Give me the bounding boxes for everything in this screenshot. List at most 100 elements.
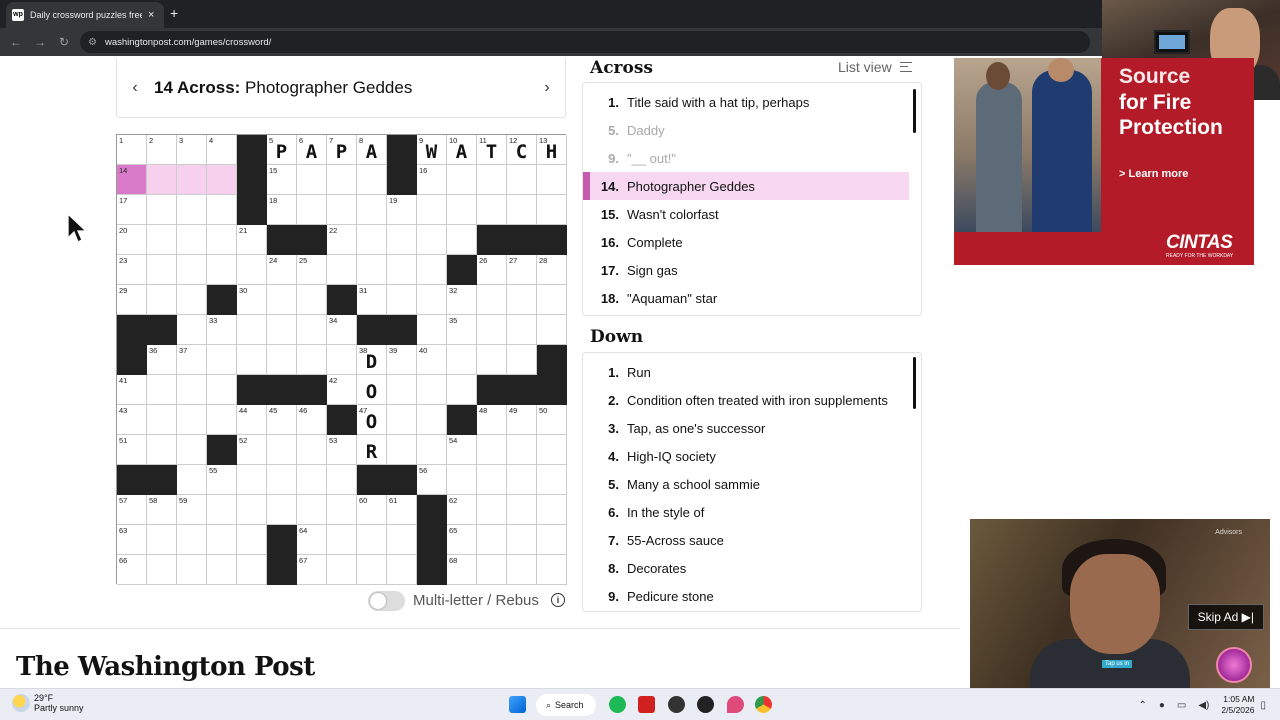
address-bar[interactable]: ⚙ washingtonpost.com/games/crossword/ bbox=[80, 31, 1090, 53]
grid-cell[interactable] bbox=[387, 225, 417, 255]
grid-cell[interactable]: 49 bbox=[507, 405, 537, 435]
ad-learn-more-link[interactable]: > Learn more bbox=[1119, 168, 1188, 180]
grid-cell[interactable]: 41 bbox=[117, 375, 147, 405]
grid-cell[interactable] bbox=[537, 465, 567, 495]
windows-start-icon[interactable] bbox=[509, 696, 526, 713]
grid-cell[interactable]: 27 bbox=[507, 255, 537, 285]
grid-cell[interactable] bbox=[537, 435, 567, 465]
grid-cell[interactable]: 34 bbox=[327, 315, 357, 345]
rebus-toggle[interactable] bbox=[368, 591, 405, 611]
grid-cell[interactable]: 60 bbox=[357, 495, 387, 525]
grid-cell[interactable] bbox=[147, 255, 177, 285]
across-clue-item[interactable]: 16. Complete bbox=[583, 228, 909, 256]
grid-cell[interactable]: 15 bbox=[267, 165, 297, 195]
grid-cell[interactable] bbox=[237, 315, 267, 345]
grid-cell[interactable] bbox=[507, 195, 537, 225]
grid-cell[interactable] bbox=[477, 495, 507, 525]
grid-cell[interactable]: 58 bbox=[147, 495, 177, 525]
grid-cell[interactable] bbox=[267, 285, 297, 315]
grid-cell[interactable] bbox=[477, 285, 507, 315]
grid-cell[interactable] bbox=[177, 315, 207, 345]
grid-cell[interactable]: O bbox=[357, 375, 387, 405]
grid-cell[interactable] bbox=[327, 345, 357, 375]
grid-cell[interactable] bbox=[387, 525, 417, 555]
grid-cell[interactable] bbox=[357, 555, 387, 585]
grid-cell[interactable] bbox=[177, 525, 207, 555]
grid-cell[interactable]: 53 bbox=[327, 435, 357, 465]
grid-cell[interactable] bbox=[237, 345, 267, 375]
grid-cell[interactable] bbox=[507, 315, 537, 345]
spotify-icon[interactable] bbox=[609, 696, 626, 713]
grid-cell[interactable] bbox=[417, 285, 447, 315]
notifications-icon[interactable]: ▯ bbox=[1260, 700, 1266, 711]
down-clue-item[interactable]: 6. In the style of bbox=[583, 498, 909, 526]
across-scrollbar[interactable] bbox=[913, 89, 916, 133]
grid-cell[interactable] bbox=[357, 165, 387, 195]
grid-cell[interactable] bbox=[447, 225, 477, 255]
grid-cell[interactable] bbox=[387, 555, 417, 585]
grid-cell[interactable] bbox=[147, 405, 177, 435]
grid-cell[interactable] bbox=[357, 255, 387, 285]
washington-post-logo[interactable]: The Washington Post bbox=[16, 652, 315, 682]
tap-us-in-button[interactable]: Tap us in bbox=[1102, 660, 1133, 668]
grid-cell[interactable] bbox=[507, 555, 537, 585]
grid-cell[interactable] bbox=[537, 315, 567, 345]
grid-cell[interactable]: 46 bbox=[297, 405, 327, 435]
grid-cell[interactable]: 24 bbox=[267, 255, 297, 285]
grid-cell[interactable]: 1 bbox=[117, 135, 147, 165]
grid-cell[interactable] bbox=[267, 315, 297, 345]
across-clue-item[interactable]: 17. Sign gas bbox=[583, 256, 909, 284]
grid-cell[interactable] bbox=[507, 435, 537, 465]
grid-cell[interactable]: 2 bbox=[147, 135, 177, 165]
grid-cell[interactable]: 29 bbox=[117, 285, 147, 315]
grid-cell[interactable]: 64 bbox=[297, 525, 327, 555]
grid-cell[interactable]: R bbox=[357, 435, 387, 465]
grid-cell[interactable] bbox=[147, 375, 177, 405]
grid-cell[interactable] bbox=[147, 435, 177, 465]
grid-cell[interactable] bbox=[477, 345, 507, 375]
chrome-icon[interactable] bbox=[755, 696, 772, 713]
cintas-ad[interactable]: Source for Fire Protection > Learn more … bbox=[954, 58, 1254, 265]
down-clue-list[interactable]: 1. Run 2. Condition often treated with iron… bbox=[582, 352, 922, 612]
grid-cell[interactable]: 19 bbox=[387, 195, 417, 225]
volume-icon[interactable]: ◀) bbox=[1198, 700, 1209, 711]
grid-cell[interactable]: 7P bbox=[327, 135, 357, 165]
next-clue-icon[interactable]: › bbox=[529, 79, 565, 97]
grid-cell[interactable] bbox=[177, 405, 207, 435]
grid-cell[interactable]: 12 C bbox=[507, 135, 537, 165]
grid-cell[interactable] bbox=[327, 555, 357, 585]
down-clue-item[interactable]: 7. 55-Across sauce bbox=[583, 526, 909, 554]
site-info-icon[interactable]: ⚙ bbox=[88, 37, 97, 48]
grid-cell[interactable]: 35 bbox=[447, 315, 477, 345]
grid-cell[interactable] bbox=[387, 285, 417, 315]
grid-cell[interactable] bbox=[177, 165, 207, 195]
grid-cell[interactable]: 10 A bbox=[447, 135, 477, 165]
grid-cell[interactable]: 63 bbox=[117, 525, 147, 555]
browser-tab[interactable]: wp Daily crossword puzzles free fr × bbox=[6, 2, 164, 28]
grid-cell[interactable] bbox=[147, 225, 177, 255]
grid-cell[interactable]: 39 bbox=[387, 345, 417, 375]
grid-cell[interactable]: 3 bbox=[177, 135, 207, 165]
grid-cell[interactable] bbox=[387, 255, 417, 285]
grid-cell[interactable]: 4 bbox=[207, 135, 237, 165]
grid-cell[interactable] bbox=[507, 165, 537, 195]
down-clue-item[interactable]: 9. Pedicure stone bbox=[583, 582, 909, 610]
grid-cell[interactable] bbox=[207, 255, 237, 285]
grid-cell[interactable]: 66 bbox=[117, 555, 147, 585]
grid-cell[interactable] bbox=[267, 345, 297, 375]
grid-cell[interactable] bbox=[147, 195, 177, 225]
grid-cell[interactable]: 62 bbox=[447, 495, 477, 525]
grid-cell[interactable] bbox=[477, 465, 507, 495]
grid-cell[interactable] bbox=[417, 405, 447, 435]
grid-cell[interactable] bbox=[387, 405, 417, 435]
grid-cell[interactable]: 68 bbox=[447, 555, 477, 585]
grid-cell[interactable]: 57 bbox=[117, 495, 147, 525]
grid-cell[interactable] bbox=[447, 465, 477, 495]
grid-cell[interactable] bbox=[447, 165, 477, 195]
grid-cell[interactable]: 55 bbox=[207, 465, 237, 495]
grid-cell[interactable]: 61 bbox=[387, 495, 417, 525]
info-icon[interactable]: i bbox=[551, 593, 565, 607]
grid-cell[interactable] bbox=[417, 435, 447, 465]
across-clue-item[interactable]: 1. Title said with a hat tip, perhaps bbox=[583, 88, 909, 116]
grid-cell[interactable] bbox=[177, 435, 207, 465]
